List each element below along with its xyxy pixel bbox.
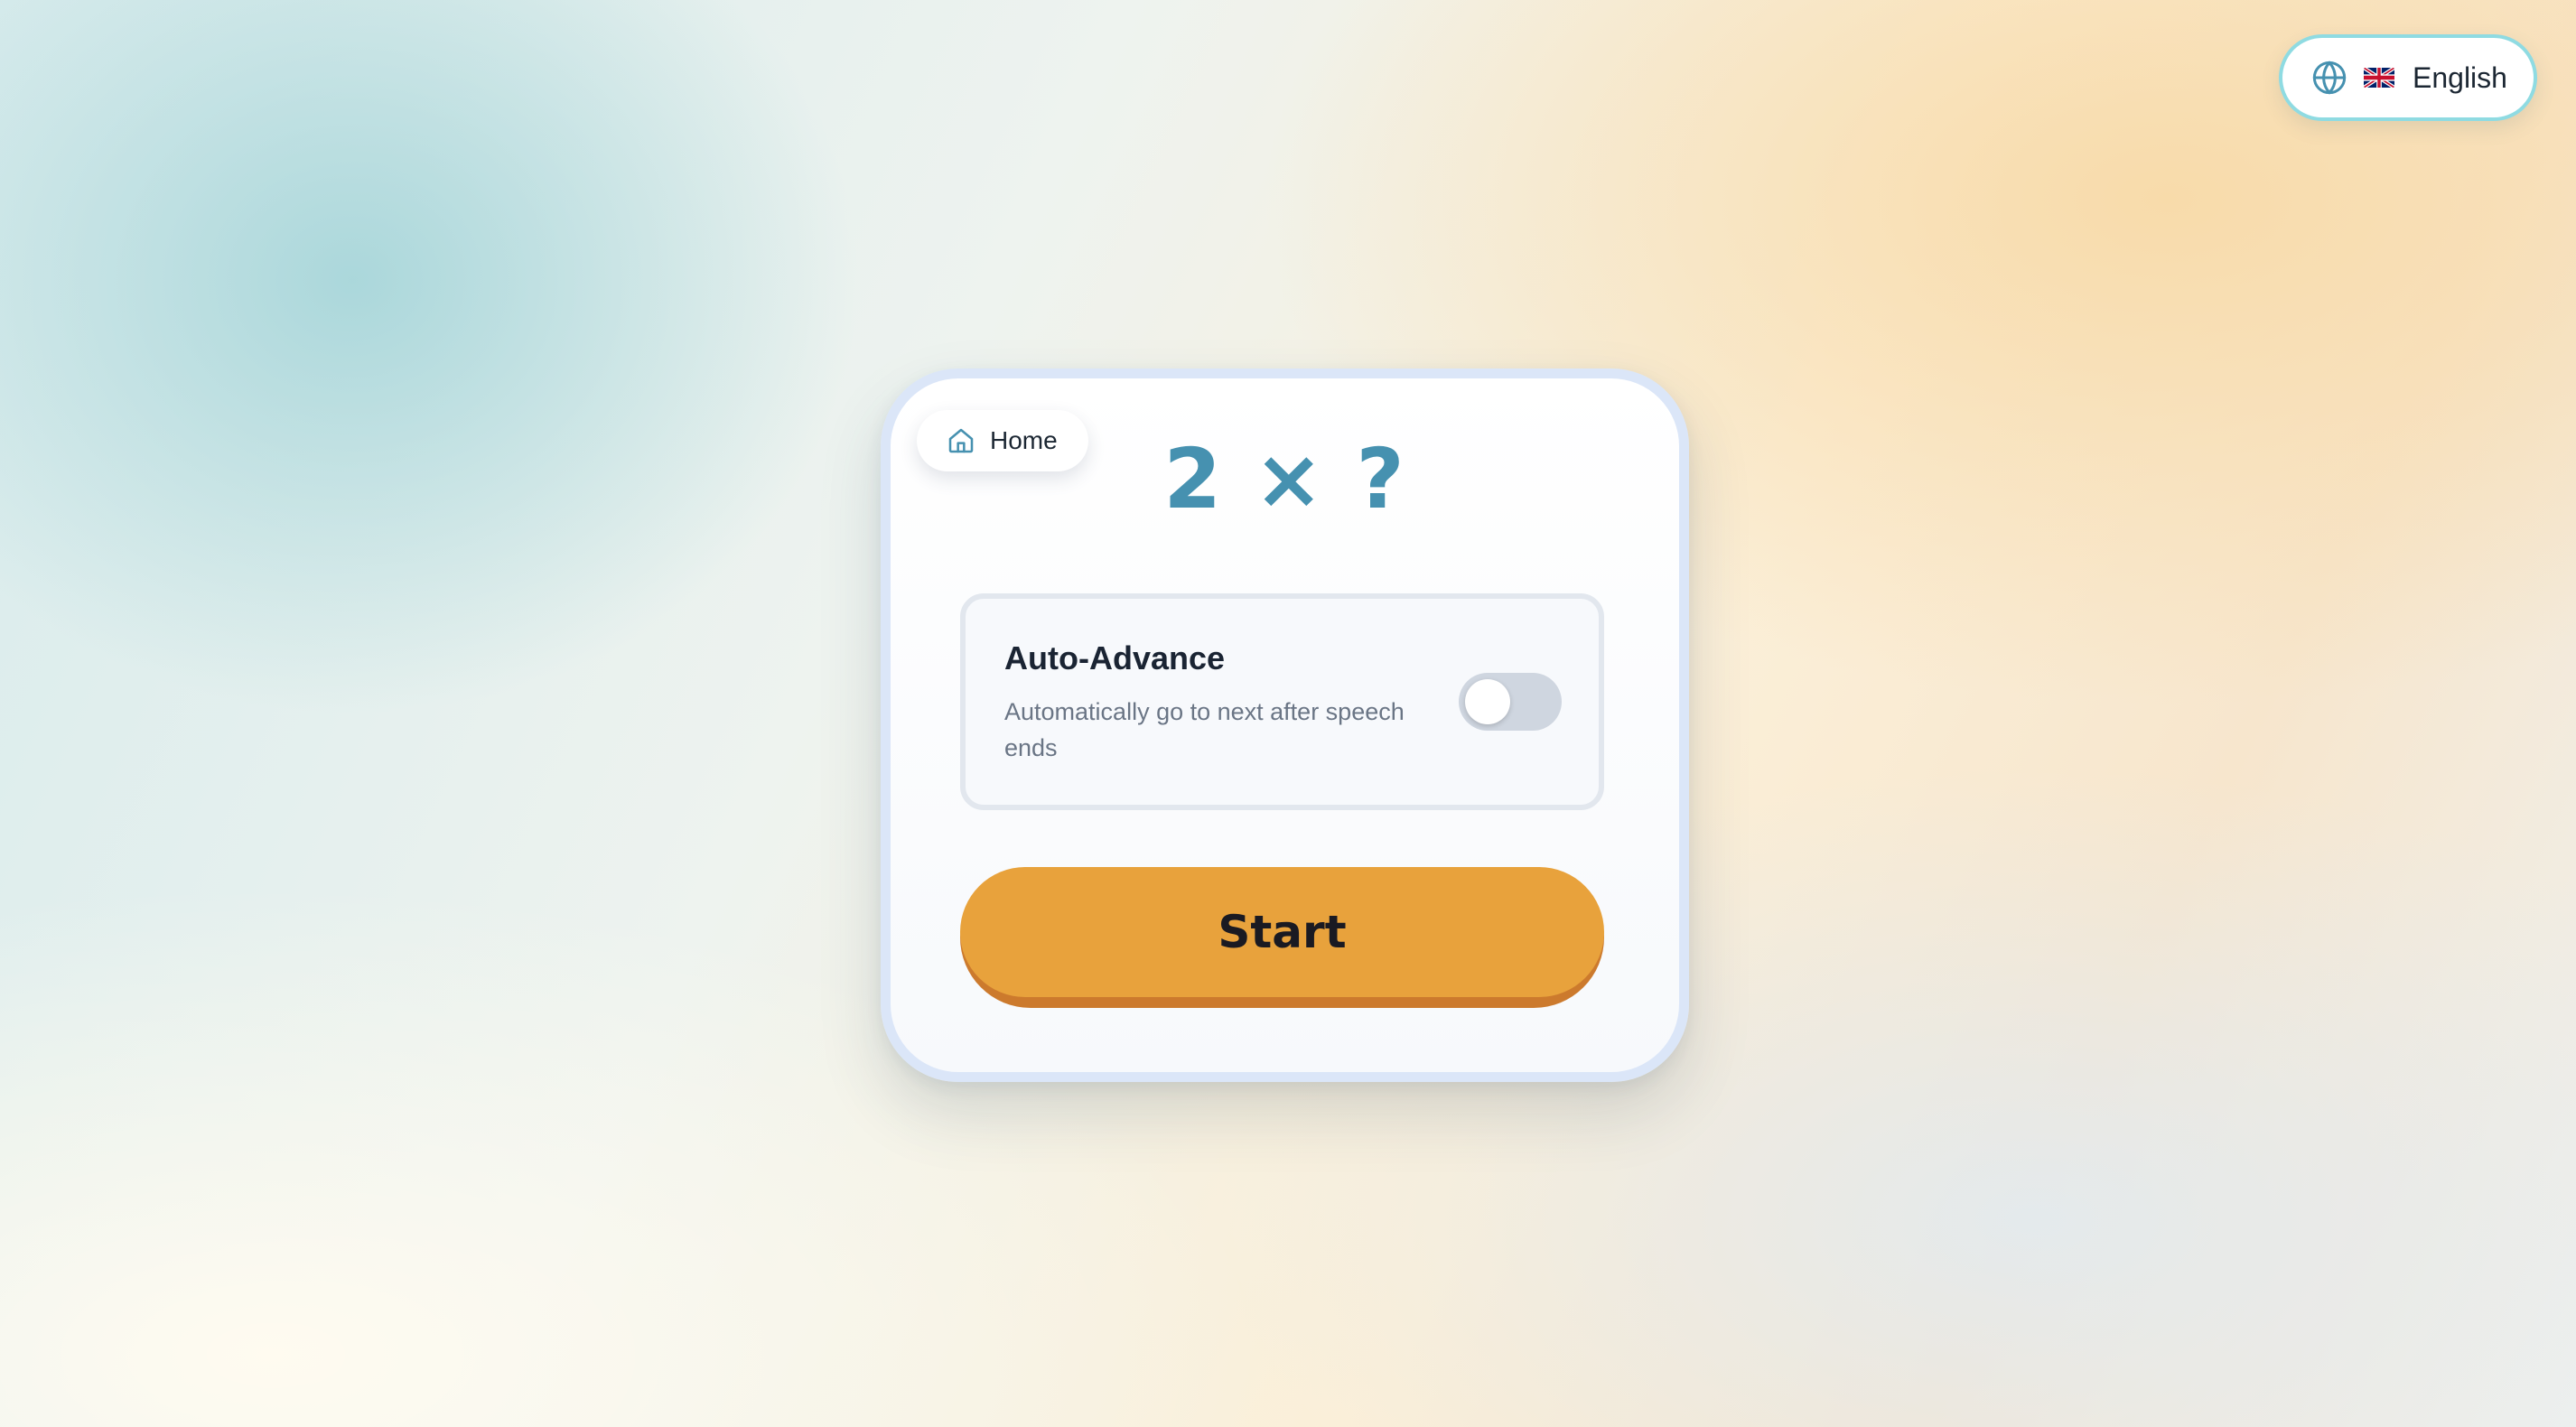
start-label: Start [1218, 906, 1347, 958]
start-button[interactable]: Start [960, 867, 1604, 1008]
auto-advance-toggle[interactable] [1459, 673, 1562, 731]
start-button-face: Start [960, 867, 1604, 997]
language-selector[interactable]: English [2279, 34, 2537, 121]
auto-advance-description: Automatically go to next after speech en… [1004, 698, 1405, 761]
toggle-knob [1465, 679, 1510, 724]
uk-flag-icon [2364, 68, 2394, 88]
language-label: English [2413, 61, 2507, 94]
globe-icon [2312, 61, 2347, 95]
auto-advance-title: Auto-Advance [1004, 639, 1226, 676]
equation-title: 2 × ? [1163, 431, 1406, 527]
